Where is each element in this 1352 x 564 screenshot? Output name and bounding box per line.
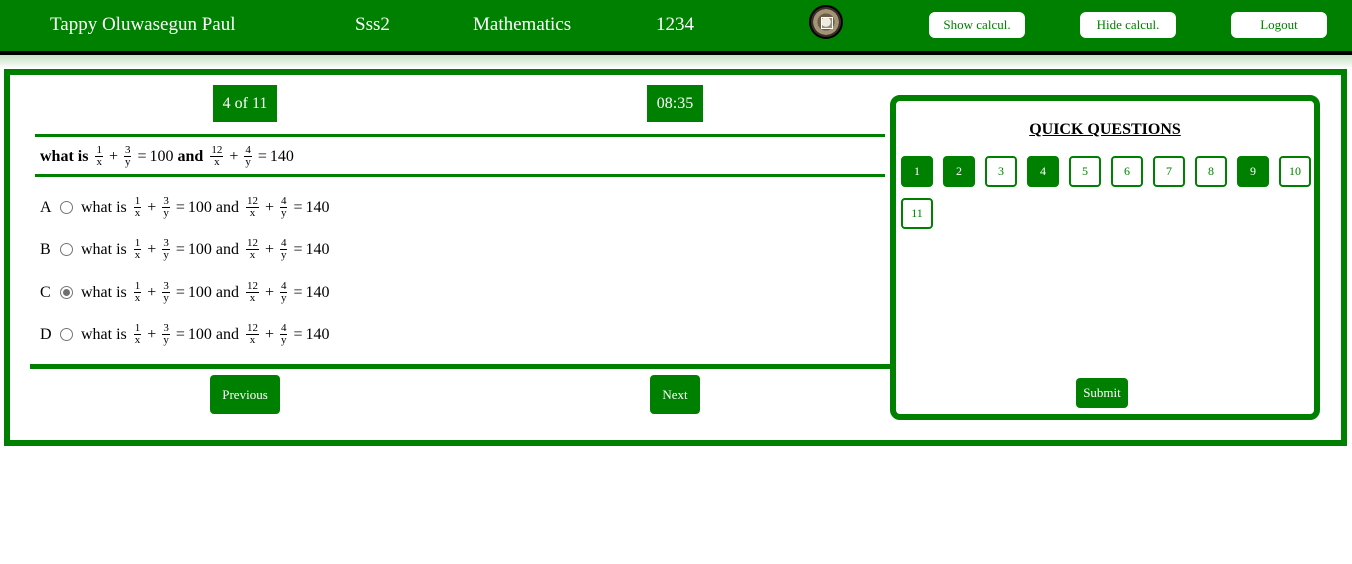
option-text: what is 1 x +3 y = 100 and 12 x +4 y = 140: [81, 195, 330, 219]
fraction: 3y: [123, 144, 132, 168]
quick-question-button[interactable]: 6: [1111, 156, 1143, 187]
quick-question-button[interactable]: 1: [901, 156, 933, 187]
fraction: 12 x: [210, 144, 224, 168]
option-d[interactable]: Dwhat is 1 x +3 y = 100 and 12 x +4 y = 140: [40, 323, 330, 346]
option-text: what is 1 x +3 y = 100 and 12 x +4 y = 140: [81, 322, 330, 346]
question-lead: what is: [40, 147, 89, 165]
divider: [35, 134, 885, 137]
divider: [30, 364, 890, 369]
quick-question-button[interactable]: 10: [1279, 156, 1311, 187]
show-calculator-button[interactable]: Show calcul.: [929, 12, 1025, 38]
avatar: [809, 5, 843, 39]
option-letter: C: [40, 283, 51, 301]
fraction: 1x: [95, 144, 103, 168]
student-class: Sss2: [355, 14, 390, 35]
top-bar: Tappy Oluwasegun Paul Sss2 Mathematics 1…: [0, 0, 1352, 55]
option-text: what is 1 x +3 y = 100 and 12 x +4 y = 140: [81, 237, 330, 261]
quick-question-button[interactable]: 11: [901, 198, 933, 229]
option-c[interactable]: Cwhat is 1 x +3 y = 100 and 12 x +4 y = 140: [40, 281, 330, 304]
quick-questions-panel: QUICK QUESTIONS 1 2 3 4 5 6 7 8 9 10 11 Submit: [890, 95, 1320, 420]
question-progress: 4 of 11: [213, 85, 277, 122]
hide-calculator-button[interactable]: Hide calcul.: [1080, 12, 1176, 38]
option-letter: B: [40, 240, 51, 258]
exam-code: 1234: [656, 14, 694, 35]
option-letter: D: [40, 325, 52, 343]
submit-button[interactable]: Submit: [1076, 378, 1128, 408]
quick-question-button[interactable]: 9: [1237, 156, 1269, 187]
radio-button[interactable]: [60, 243, 73, 256]
student-name: Tappy Oluwasegun Paul: [50, 14, 236, 35]
option-letter: A: [40, 198, 52, 216]
radio-button[interactable]: [60, 201, 73, 214]
quick-questions-title: QUICK QUESTIONS: [1029, 121, 1181, 138]
radio-button[interactable]: [60, 328, 73, 341]
radio-button[interactable]: [60, 286, 73, 299]
quick-question-button[interactable]: 5: [1069, 156, 1101, 187]
exam-subject: Mathematics: [473, 14, 572, 35]
question-text: what is 1x + 3y = 100 and 12 x + 4y = 140: [40, 144, 294, 168]
quick-question-button[interactable]: 2: [943, 156, 975, 187]
quick-question-button[interactable]: 3: [985, 156, 1017, 187]
logout-button[interactable]: Logout: [1231, 12, 1327, 38]
option-a[interactable]: Awhat is 1 x +3 y = 100 and 12 x +4 y = 140: [40, 196, 330, 219]
next-button[interactable]: Next: [650, 375, 700, 414]
quick-question-button[interactable]: 4: [1027, 156, 1059, 187]
option-text: what is 1 x +3 y = 100 and 12 x +4 y = 140: [81, 280, 330, 304]
previous-button[interactable]: Previous: [210, 375, 280, 414]
fraction: 4y: [244, 144, 252, 168]
quick-question-button[interactable]: 8: [1195, 156, 1227, 187]
option-b[interactable]: Bwhat is 1 x +3 y = 100 and 12 x +4 y = 140: [40, 238, 330, 261]
exam-timer: 08:35: [647, 85, 703, 122]
quick-question-button[interactable]: 7: [1153, 156, 1185, 187]
divider: [35, 174, 885, 177]
header-shadow: [0, 55, 1352, 69]
